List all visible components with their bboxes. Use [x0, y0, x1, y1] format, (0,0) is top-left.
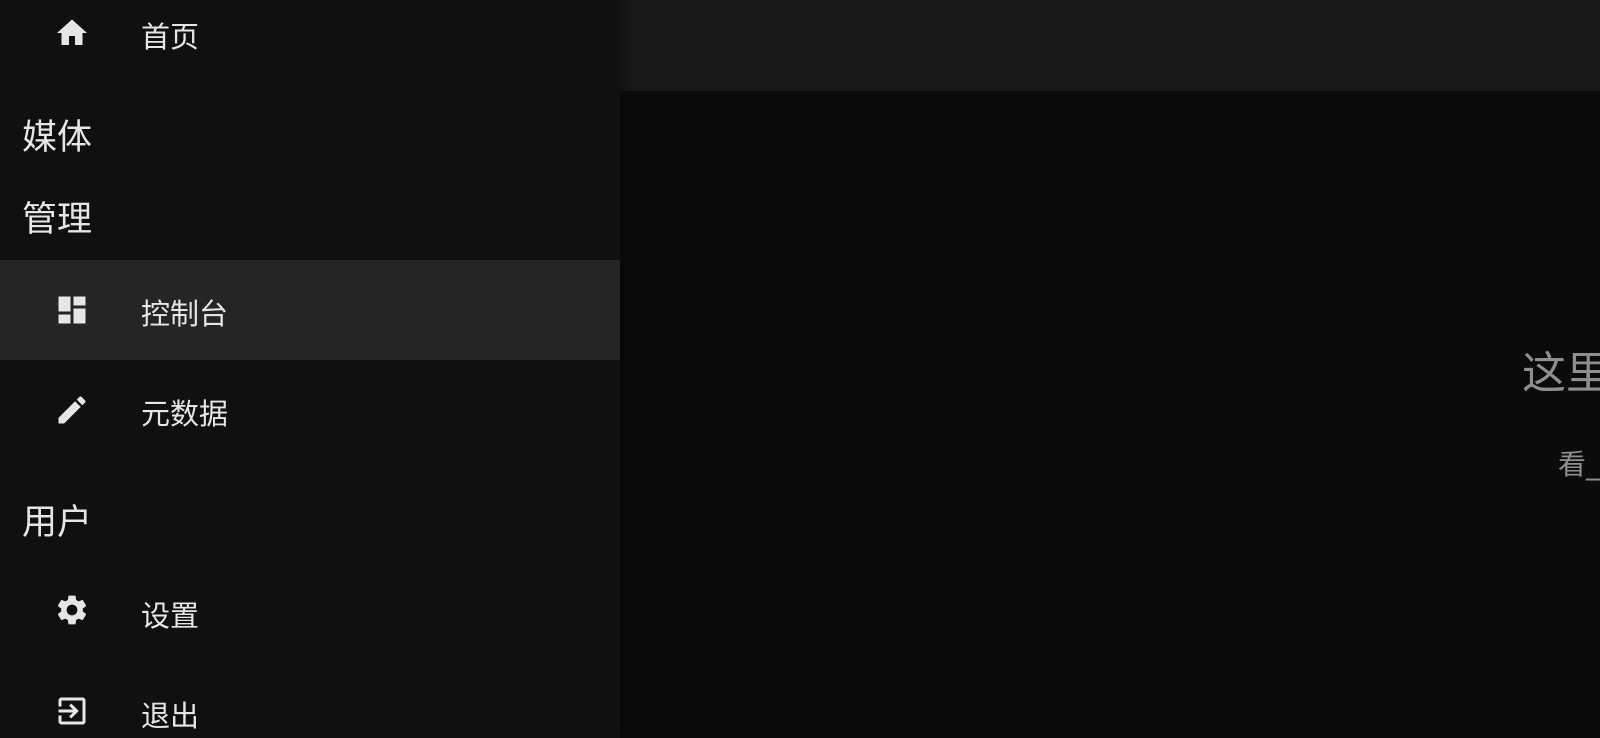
nav-item-metadata[interactable]: 元数据 [0, 360, 620, 460]
logout-icon [52, 691, 92, 731]
nav-item-logout[interactable]: 退出 [0, 660, 620, 738]
nav-item-home[interactable]: 首页 [0, 0, 620, 86]
nav-item-settings[interactable]: 设置 [0, 560, 620, 660]
empty-state-title: 这里 [1522, 348, 1600, 399]
section-header-admin: 管理 [22, 200, 93, 240]
section-header-media: 媒体 [22, 118, 93, 158]
app-root: 这里 看_ 首页 媒体 管理 控制台 元数据 用户 设置 退出 [0, 0, 1600, 738]
nav-item-dashboard-label: 控制台 [141, 297, 229, 331]
nav-item-metadata-label: 元数据 [141, 397, 229, 431]
nav-item-home-label: 首页 [141, 20, 200, 54]
home-icon [52, 13, 92, 53]
nav-item-settings-label: 设置 [141, 599, 200, 633]
gear-icon [52, 590, 92, 630]
main-content: 这里 看_ [620, 91, 1600, 738]
nav-item-logout-label: 退出 [141, 699, 200, 733]
empty-state-subtitle: 看_ [1558, 448, 1600, 481]
nav-item-dashboard[interactable]: 控制台 [0, 260, 620, 360]
pencil-icon [52, 390, 92, 430]
section-header-user: 用户 [22, 503, 93, 543]
dashboard-icon [52, 290, 92, 330]
navigation-drawer: 首页 媒体 管理 控制台 元数据 用户 设置 退出 [0, 0, 620, 738]
